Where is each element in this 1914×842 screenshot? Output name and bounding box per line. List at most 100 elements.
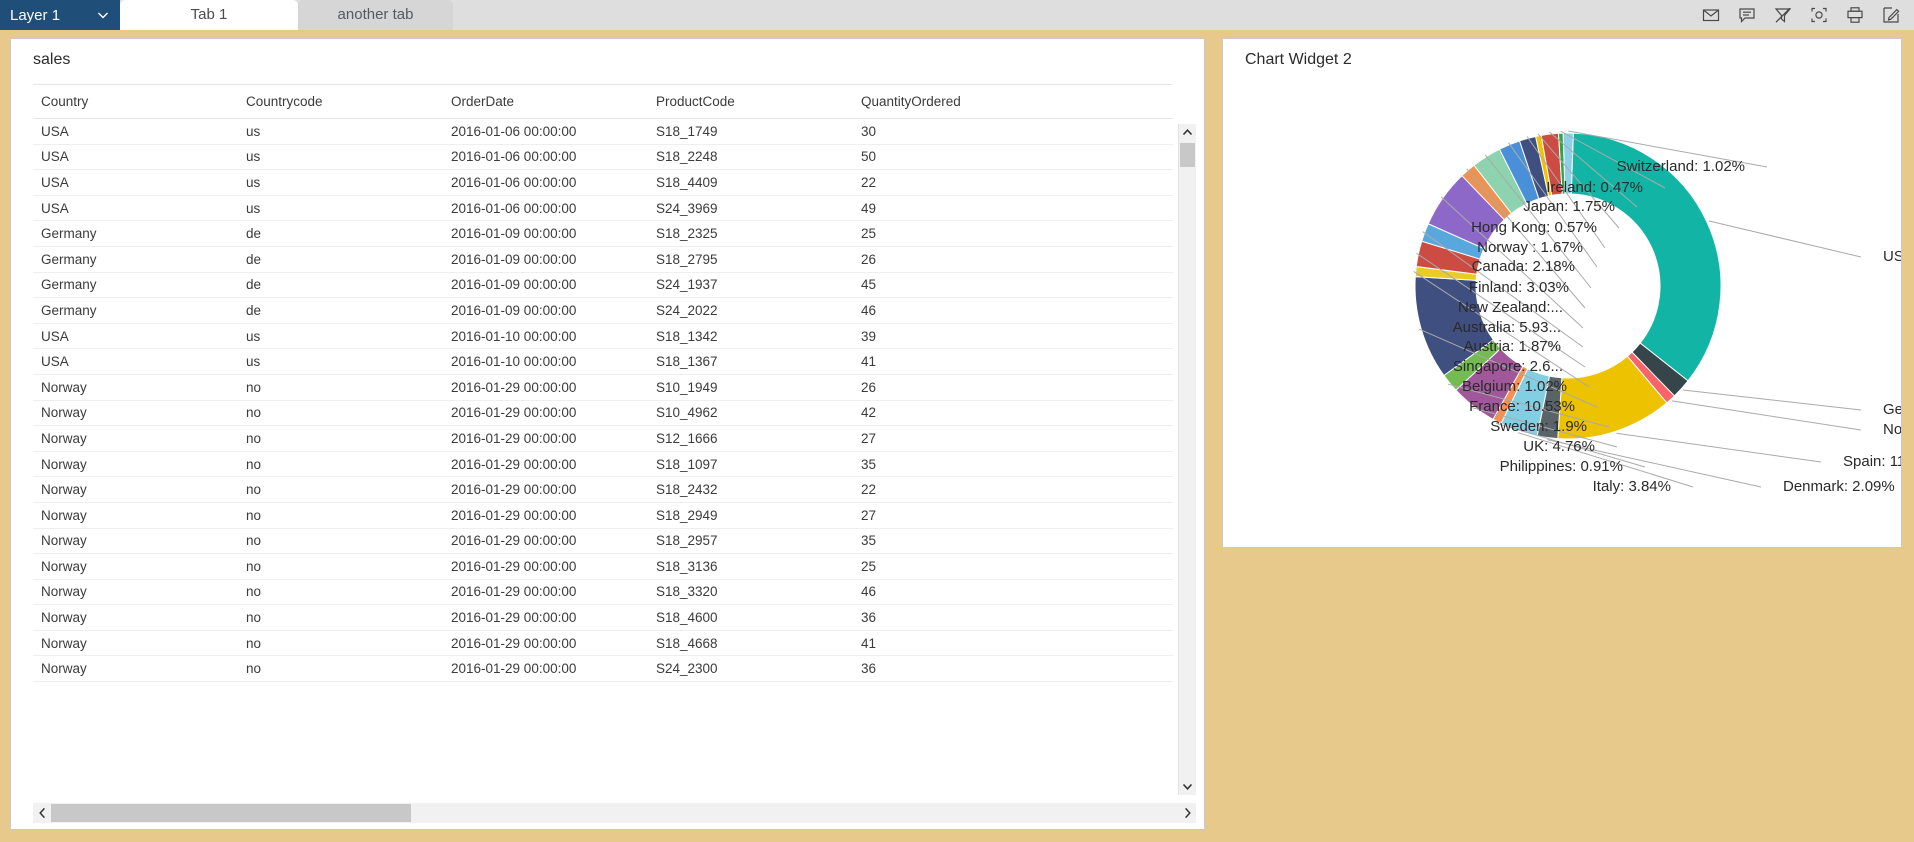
table-scroll-region[interactable]: Country Countrycode OrderDate ProductCod…	[33, 84, 1196, 795]
cell-orderdate: 2016-01-29 00:00:00	[443, 502, 648, 529]
leader-line	[1671, 400, 1862, 431]
cell-quantityordered: 36	[853, 604, 1173, 631]
dashboard-canvas: sales Country Countrycode OrderDate Prod…	[0, 30, 1914, 842]
chevron-down-icon[interactable]	[96, 8, 110, 22]
cell-quantityordered: 39	[853, 323, 1173, 350]
table-row[interactable]: USA us 2016-01-10 00:00:00 S18_1342 39	[33, 323, 1173, 350]
tab-tab-1-label: Tab 1	[190, 6, 228, 23]
cell-quantityordered: 35	[853, 528, 1173, 555]
edit-icon[interactable]	[1880, 4, 1902, 26]
table-row[interactable]: Norway no 2016-01-29 00:00:00 S24_2300 36	[33, 655, 1173, 683]
table-row[interactable]: USA us 2016-01-10 00:00:00 S18_1367 41	[33, 348, 1173, 375]
scroll-left-icon[interactable]	[33, 803, 51, 823]
donut-slice-label: Norway : 1.67%	[1477, 239, 1583, 256]
mail-icon[interactable]	[1700, 4, 1722, 26]
table-row[interactable]: Norway no 2016-01-29 00:00:00 S12_1666 27	[33, 425, 1173, 452]
cell-productcode: S12_1666	[648, 425, 853, 452]
clear-filter-icon[interactable]	[1772, 4, 1794, 26]
cell-country: USA	[33, 195, 238, 222]
cell-countrycode: us	[238, 118, 443, 145]
cell-countrycode: de	[238, 220, 443, 247]
top-bar: Layer 1 Tab 1 another tab	[0, 0, 1914, 30]
horizontal-scrollbar-thumb[interactable]	[51, 804, 411, 822]
donut-chart[interactable]: USA: 33.85% Germany: 2.04% Norway: 1.03% Sp…	[1223, 73, 1901, 545]
donut-chart-svg: USA: 33.85% Germany: 2.04% Norway: 1.03% Sp…	[1413, 130, 1901, 495]
cell-country: Norway	[33, 400, 238, 427]
table-row[interactable]: Germany de 2016-01-09 00:00:00 S24_1937 45	[33, 272, 1173, 299]
donut-slice-label: Norway: 1.03%	[1883, 421, 1901, 438]
cell-country: Germany	[33, 297, 238, 324]
cell-quantityordered: 22	[853, 476, 1173, 503]
cell-productcode: S24_2022	[648, 297, 853, 324]
table-row[interactable]: Norway no 2016-01-29 00:00:00 S10_4962 42	[33, 400, 1173, 427]
cell-orderdate: 2016-01-29 00:00:00	[443, 630, 648, 657]
cell-quantityordered: 27	[853, 425, 1173, 452]
cell-countrycode: no	[238, 630, 443, 657]
cell-orderdate: 2016-01-29 00:00:00	[443, 374, 648, 401]
donut-slice-label: Denmark: 2.09%	[1783, 478, 1895, 495]
table-row[interactable]: Germany de 2016-01-09 00:00:00 S24_2022 46	[33, 297, 1173, 324]
table-row[interactable]: USA us 2016-01-06 00:00:00 S18_2248 50	[33, 144, 1173, 171]
horizontal-scrollbar[interactable]	[33, 803, 1196, 823]
column-header-productcode[interactable]: ProductCode	[648, 84, 853, 119]
table-row[interactable]: Germany de 2016-01-09 00:00:00 S18_2325 25	[33, 220, 1173, 247]
column-header-country[interactable]: Country	[33, 84, 238, 119]
table-row[interactable]: Norway no 2016-01-29 00:00:00 S18_2432 22	[33, 476, 1173, 503]
tab-another-tab[interactable]: another tab	[298, 0, 453, 30]
cell-orderdate: 2016-01-09 00:00:00	[443, 220, 648, 247]
table-row[interactable]: USA us 2016-01-06 00:00:00 S18_4409 22	[33, 169, 1173, 196]
donut-slice-label: Australia: 5.93...	[1453, 319, 1561, 336]
cell-country: Germany	[33, 272, 238, 299]
comment-icon[interactable]	[1736, 4, 1758, 26]
cell-orderdate: 2016-01-06 00:00:00	[443, 144, 648, 171]
cell-quantityordered: 27	[853, 502, 1173, 529]
cell-productcode: S18_3320	[648, 579, 853, 606]
table-row[interactable]: Germany de 2016-01-09 00:00:00 S18_2795 26	[33, 246, 1173, 273]
donut-slice-label: Singapore: 2.6...	[1453, 358, 1563, 375]
donut-slice-label: Hong Kong: 0.57%	[1471, 219, 1597, 236]
table-row[interactable]: Norway no 2016-01-29 00:00:00 S18_3320 46	[33, 579, 1173, 606]
cell-productcode: S18_1342	[648, 323, 853, 350]
tab-strip: Tab 1 another tab	[120, 0, 453, 30]
vertical-scrollbar-thumb[interactable]	[1180, 143, 1195, 167]
tab-another-tab-label: another tab	[337, 6, 414, 23]
table-row[interactable]: Norway no 2016-01-29 00:00:00 S18_1097 35	[33, 451, 1173, 478]
scroll-down-icon[interactable]	[1179, 778, 1196, 795]
tab-tab-1[interactable]: Tab 1	[120, 0, 298, 30]
cell-orderdate: 2016-01-09 00:00:00	[443, 246, 648, 273]
print-icon[interactable]	[1844, 4, 1866, 26]
cell-productcode: S10_1949	[648, 374, 853, 401]
snapshot-icon[interactable]	[1808, 4, 1830, 26]
column-header-quantityordered[interactable]: QuantityOrdered	[853, 84, 1173, 119]
scroll-right-icon[interactable]	[1178, 803, 1196, 823]
scroll-up-icon[interactable]	[1179, 124, 1196, 141]
table-header-row: Country Countrycode OrderDate ProductCod…	[33, 84, 1173, 119]
cell-country: Norway	[33, 655, 238, 683]
donut-slice-label: Austria: 1.87%	[1463, 338, 1561, 355]
table-row[interactable]: Norway no 2016-01-29 00:00:00 S18_4668 41	[33, 630, 1173, 657]
cell-orderdate: 2016-01-29 00:00:00	[443, 604, 648, 631]
cell-countrycode: no	[238, 425, 443, 452]
column-header-countrycode[interactable]: Countrycode	[238, 84, 443, 119]
cell-country: Germany	[33, 246, 238, 273]
donut-slice-label: Ireland: 0.47%	[1546, 179, 1643, 196]
vertical-scrollbar[interactable]	[1178, 124, 1196, 795]
donut-slice-label: Sweden: 1.9%	[1490, 418, 1587, 435]
cell-orderdate: 2016-01-29 00:00:00	[443, 476, 648, 503]
cell-country: Norway	[33, 553, 238, 580]
table-row[interactable]: Norway no 2016-01-29 00:00:00 S10_1949 26	[33, 374, 1173, 401]
cell-countrycode: no	[238, 374, 443, 401]
table-row[interactable]: Norway no 2016-01-29 00:00:00 S18_4600 36	[33, 604, 1173, 631]
cell-quantityordered: 36	[853, 655, 1173, 683]
table-row[interactable]: USA us 2016-01-06 00:00:00 S24_3969 49	[33, 195, 1173, 222]
layer-selector[interactable]: Layer 1	[0, 0, 120, 30]
donut-slice-label: Italy: 3.84%	[1593, 478, 1671, 495]
table-row[interactable]: Norway no 2016-01-29 00:00:00 S18_2949 27	[33, 502, 1173, 529]
table-row[interactable]: USA us 2016-01-06 00:00:00 S18_1749 30	[33, 118, 1173, 145]
table-row[interactable]: Norway no 2016-01-29 00:00:00 S18_2957 35	[33, 528, 1173, 555]
table-row[interactable]: Norway no 2016-01-29 00:00:00 S18_3136 25	[33, 553, 1173, 580]
cell-productcode: S18_4409	[648, 169, 853, 196]
cell-countrycode: no	[238, 553, 443, 580]
cell-countrycode: no	[238, 579, 443, 606]
column-header-orderdate[interactable]: OrderDate	[443, 84, 648, 119]
